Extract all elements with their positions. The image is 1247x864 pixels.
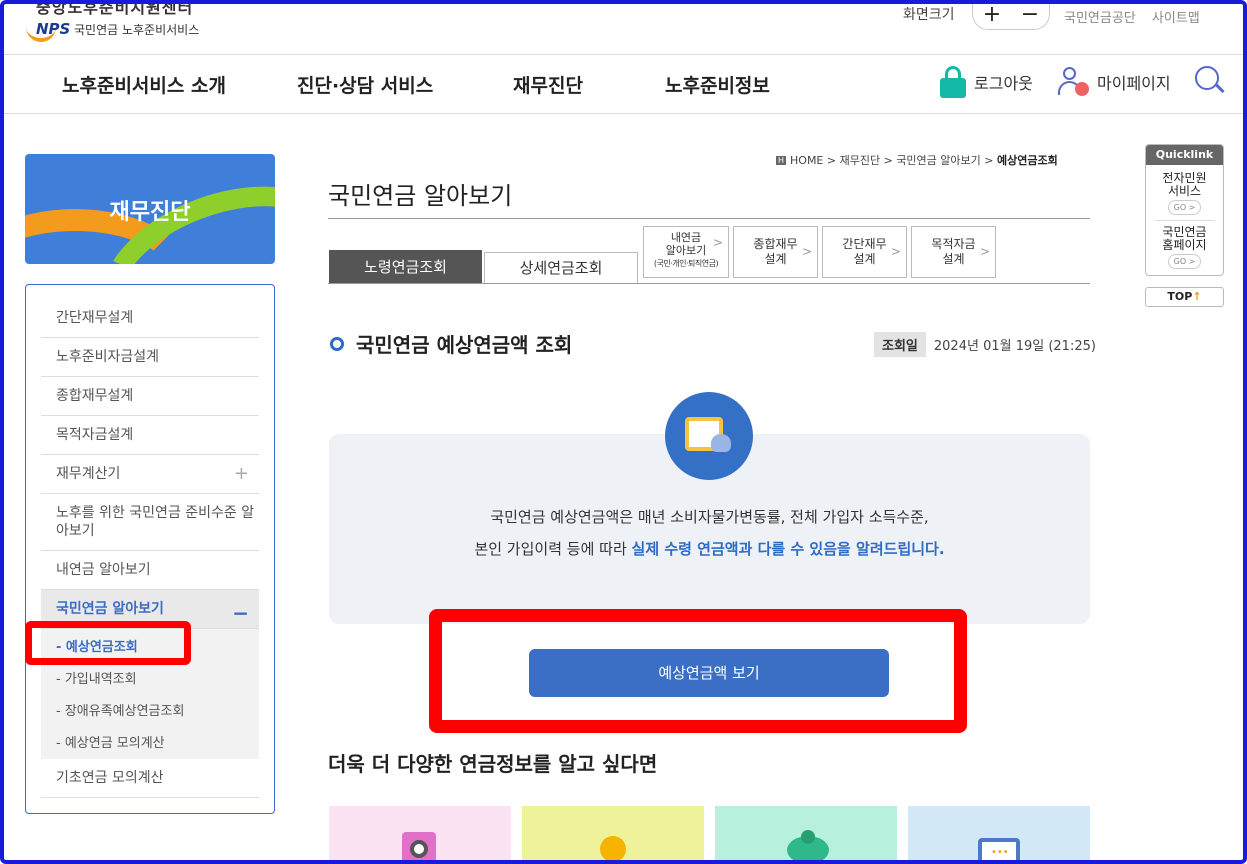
info-line-2-text: 본인 가입이력 등에 따라 bbox=[474, 540, 632, 558]
tab-comprehensive-plan[interactable]: 종합재무 설계 > bbox=[733, 226, 818, 278]
info-card[interactable]: ••• bbox=[908, 806, 1090, 864]
sidebar-nav: 간단재무설계 노후준비자금설계 종합재무설계 목적자금설계 재무계산기 + 노후… bbox=[25, 284, 275, 814]
sidebar-item-basic-pension[interactable]: 기초연금 모의계산 bbox=[41, 759, 259, 798]
breadcrumb: H HOME > 재무진단 > 국민연금 알아보기 > 예상연금조회 bbox=[776, 152, 1058, 168]
search-icon[interactable] bbox=[1195, 66, 1225, 96]
section-title: 국민연금 예상연금액 조회 bbox=[330, 329, 572, 358]
info-line-1: 국민연금 예상연금액은 매년 소비자물가변동률, 전체 가입자 소득수준, bbox=[490, 508, 929, 526]
tab-detailed-pension[interactable]: 상세연금조회 bbox=[484, 252, 638, 284]
magnifier-icon bbox=[402, 832, 436, 864]
logo-nps: NPS bbox=[36, 20, 71, 38]
sidebar-subitem-simulation[interactable]: - 예상연금 모의계산 bbox=[56, 732, 165, 751]
info-line-2: 본인 가입이력 등에 따라 실제 수령 연금액과 다를 수 있음을 알려드립니다… bbox=[329, 538, 1090, 559]
chevron-right-icon: > bbox=[801, 244, 812, 259]
go-badge: GO > bbox=[1167, 254, 1202, 269]
quicklink-e-civil[interactable]: 전자민원 서비스 GO > bbox=[1146, 172, 1223, 215]
top-utility-bar: 중앙노후준비지원센터 NPS 국민연금 노후준비서비스 화면크기 + − 국민연… bbox=[0, 0, 1247, 55]
quicklink-header: Quicklink bbox=[1146, 145, 1223, 165]
nav-service-intro[interactable]: 노후준비서비스 소개 bbox=[62, 71, 226, 98]
breadcrumb-sep: > bbox=[883, 154, 893, 167]
mypage-button[interactable]: 마이페이지 bbox=[1057, 66, 1171, 98]
tabs-divider bbox=[328, 283, 1090, 284]
info-line-2-highlight: 실제 수령 연금액과 다를 수 있음을 알려드립니다. bbox=[631, 540, 945, 558]
info-card[interactable] bbox=[329, 806, 511, 864]
user-icon bbox=[1057, 66, 1089, 98]
site-logo[interactable]: 중앙노후준비지원센터 NPS 국민연금 노후준비서비스 bbox=[26, 0, 226, 50]
section-title-text: 국민연금 예상연금액 조회 bbox=[356, 333, 573, 357]
top-label: TOP bbox=[1167, 290, 1193, 303]
bullet-icon bbox=[330, 336, 344, 351]
sidebar-item-my-pension[interactable]: 내연금 알아보기 bbox=[41, 551, 259, 590]
nav-retirement-info[interactable]: 노후준비정보 bbox=[665, 71, 770, 98]
sidebar-item-simple-plan[interactable]: 간단재무설계 bbox=[41, 299, 259, 338]
sidebar-subitem-enrollment-history[interactable]: - 가입내역조회 bbox=[56, 668, 137, 687]
chevron-right-icon: > bbox=[890, 244, 901, 259]
sidebar-banner: 재무진단 bbox=[25, 154, 275, 264]
nav-financial-diagnosis[interactable]: 재무진단 bbox=[513, 71, 583, 98]
sidebar-item-calculator[interactable]: 재무계산기 + bbox=[41, 455, 259, 494]
sidebar-item-comprehensive-plan[interactable]: 종합재무설계 bbox=[41, 377, 259, 416]
tab-goal-fund[interactable]: 목적자금 설계 > bbox=[911, 226, 996, 278]
query-date-value: 2024년 01월 19일 (21:25) bbox=[933, 339, 1096, 354]
highlight-box-button bbox=[429, 609, 967, 733]
logo-subtitle: 국민연금 노후준비서비스 bbox=[74, 23, 200, 37]
sidebar-banner-title: 재무진단 bbox=[109, 200, 191, 225]
breadcrumb-sep: > bbox=[826, 154, 837, 167]
lock-icon bbox=[940, 66, 966, 98]
quicklink-panel: Quicklink 전자민원 서비스 GO > 국민연금 홈페이지 GO > bbox=[1145, 144, 1224, 276]
page-title: 국민연금 알아보기 bbox=[328, 182, 513, 210]
sidebar-item-goal-fund[interactable]: 목적자금설계 bbox=[41, 416, 259, 455]
collapse-icon: − bbox=[232, 601, 249, 625]
main-nav: 노후준비서비스 소개 진단·상담 서비스 재무진단 노후준비정보 로그아웃 마이… bbox=[0, 56, 1247, 114]
tab-sublabel: (국민·개인·퇴직연금) bbox=[653, 259, 719, 268]
info-card[interactable] bbox=[522, 806, 704, 864]
tab-my-pension[interactable]: 내연금 알아보기 (국민·개인·퇴직연금) > bbox=[643, 226, 729, 278]
breadcrumb-financial[interactable]: 재무진단 bbox=[840, 154, 880, 167]
sidebar-item-label: 국민연금 알아보기 bbox=[56, 601, 164, 617]
title-divider bbox=[328, 218, 1090, 219]
arrow-up-icon: ↑ bbox=[1192, 290, 1202, 303]
logout-button[interactable]: 로그아웃 bbox=[940, 66, 1033, 98]
font-size-label: 화면크기 bbox=[903, 7, 955, 23]
tab-old-age-pension[interactable]: 노령연금조회 bbox=[329, 250, 482, 284]
tab-simple-plan[interactable]: 간단재무 설계 > bbox=[822, 226, 907, 278]
logout-label: 로그아웃 bbox=[974, 74, 1033, 93]
sun-icon bbox=[600, 836, 626, 862]
quicklink-label: 서비스 bbox=[1167, 184, 1202, 198]
query-date-label: 조회일 bbox=[874, 332, 926, 357]
sitemap-link[interactable]: 사이트맵 bbox=[1152, 11, 1200, 26]
breadcrumb-home[interactable]: HOME bbox=[790, 154, 823, 167]
zoom-out-button[interactable]: − bbox=[1021, 3, 1039, 26]
more-info-title: 더욱 더 다양한 연금정보를 알고 싶다면 bbox=[328, 752, 658, 776]
zoom-control: + − bbox=[972, 0, 1050, 30]
expand-icon: + bbox=[233, 463, 249, 484]
chevron-right-icon: > bbox=[979, 244, 990, 259]
sidebar-subitem-disability-survivor[interactable]: - 장애유족예상연금조회 bbox=[56, 700, 184, 719]
breadcrumb-current: 예상연금조회 bbox=[997, 154, 1058, 167]
highlight-box-sidebar bbox=[25, 621, 191, 665]
nps-link[interactable]: 국민연금공단 bbox=[1064, 11, 1136, 26]
go-badge: GO > bbox=[1167, 200, 1202, 215]
nav-diagnosis-consult[interactable]: 진단·상담 서비스 bbox=[297, 71, 433, 98]
home-icon: H bbox=[776, 156, 787, 165]
info-card[interactable] bbox=[715, 806, 897, 864]
breadcrumb-nps-info[interactable]: 국민연금 알아보기 bbox=[896, 154, 980, 167]
chevron-right-icon: > bbox=[712, 235, 723, 250]
sidebar-item-nps-readiness[interactable]: 노후를 위한 국민연금 준비수준 알아보기 bbox=[41, 494, 259, 551]
query-date: 조회일 2024년 01월 19일 (21:25) bbox=[874, 332, 1096, 357]
logo-title: 중앙노후준비지원센터 bbox=[36, 0, 194, 17]
breadcrumb-sep: > bbox=[984, 154, 994, 167]
quicklink-label: 홈페이지 bbox=[1162, 238, 1207, 252]
quicklink-nps-home[interactable]: 국민연금 홈페이지 GO > bbox=[1146, 226, 1223, 269]
monitor-icon: ••• bbox=[978, 838, 1020, 864]
top-links: 국민연금공단 사이트맵 bbox=[1064, 7, 1212, 26]
sidebar-item-retirement-fund[interactable]: 노후준비자금설계 bbox=[41, 338, 259, 377]
sidebar-item-label: 재무계산기 bbox=[56, 466, 121, 482]
calendar-icon bbox=[665, 392, 753, 480]
zoom-in-button[interactable]: + bbox=[983, 3, 1001, 26]
top-button[interactable]: TOP↑ bbox=[1145, 287, 1224, 307]
mypage-label: 마이페이지 bbox=[1097, 74, 1171, 93]
